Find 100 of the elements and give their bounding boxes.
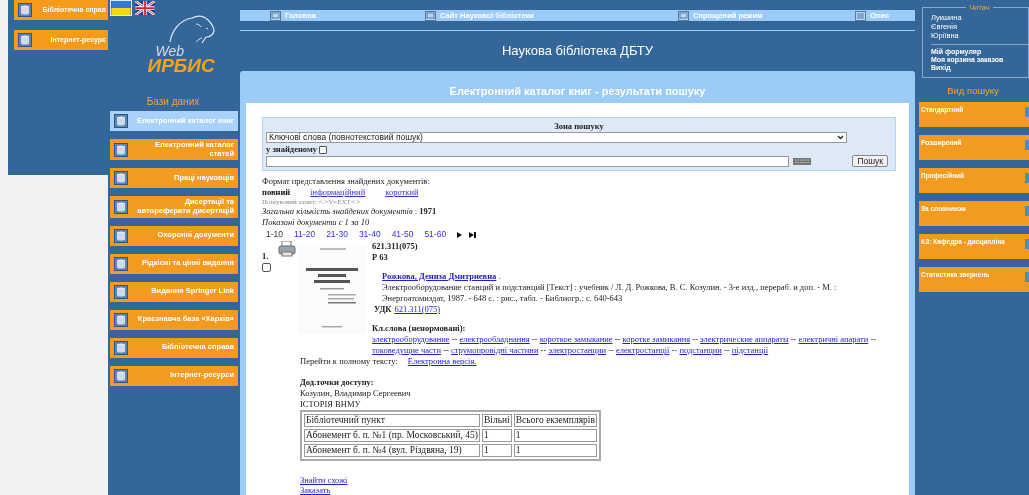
keyword-separator: -- bbox=[613, 334, 622, 344]
format-label: Формат представлення знайдених документів: bbox=[262, 176, 431, 187]
page-link[interactable]: 11-20 bbox=[294, 229, 316, 240]
next-page-icon[interactable] bbox=[457, 231, 463, 238]
table-cell: 1 bbox=[513, 429, 597, 442]
search-mode-select[interactable]: Ключові слова (повнотекстовий пошук) bbox=[266, 132, 847, 143]
keywords-label: Кл.слова (ненормовані): bbox=[372, 323, 467, 334]
search-input[interactable] bbox=[266, 155, 789, 167]
british-flag-icon[interactable] bbox=[134, 0, 156, 16]
search-type-icon bbox=[1025, 172, 1029, 183]
search-type-icon bbox=[1025, 106, 1029, 117]
keyword-separator: -- bbox=[670, 345, 679, 355]
keyword-link[interactable]: електрообладнання bbox=[459, 334, 530, 344]
record-description: Электрооборудование станций и подстанций [Текст] : учебник / Л. Д. Рожкова, В. С. Козулин. - 3-е изд., перераб. и доп. - М. : Энергоатомиздат, 1987. - 648 с. : рис., табл. - Библиогр.: с. 640-643 bbox=[381, 282, 838, 304]
fulltext-link[interactable]: Електронна версія. bbox=[407, 356, 477, 367]
last-page-icon[interactable] bbox=[469, 231, 477, 238]
udc-label: УДК bbox=[374, 304, 392, 315]
monitor-icon bbox=[678, 10, 689, 21]
database-icon bbox=[18, 33, 32, 47]
monitor-icon bbox=[270, 10, 281, 21]
author-end: . bbox=[498, 271, 501, 282]
keyword-separator: -- bbox=[530, 334, 539, 344]
chevron-down-icon bbox=[837, 135, 844, 140]
keyword-link[interactable]: электростанции bbox=[548, 345, 606, 355]
keyword-link[interactable]: электрические аппараты bbox=[700, 334, 789, 344]
ukrainian-flag-icon[interactable] bbox=[110, 0, 132, 16]
database-icon bbox=[114, 368, 128, 383]
table-header: Вільні bbox=[481, 414, 512, 427]
table-cell: 1 bbox=[513, 444, 597, 457]
keyword-link[interactable]: електростанції bbox=[615, 345, 670, 355]
shown-range: Показані документи с 1 за 10 bbox=[262, 217, 371, 228]
keyword-link[interactable]: підстанції bbox=[731, 345, 769, 355]
site-title: Наукова бібліотека ДБТУ bbox=[500, 42, 655, 61]
database-icon bbox=[114, 114, 128, 128]
database-icon bbox=[114, 312, 128, 327]
keyword-link[interactable]: электрооборудование bbox=[372, 334, 450, 344]
total-count: Загальна кількість знайдених документів : 1971 bbox=[262, 206, 438, 217]
databases-title: Бази даних bbox=[145, 95, 201, 109]
page-link[interactable]: 21-30 bbox=[326, 229, 348, 240]
keyword-link[interactable]: подстанции bbox=[679, 345, 722, 355]
search-type-icon bbox=[1025, 139, 1029, 150]
keyword-separator: -- bbox=[869, 334, 877, 344]
list-icon bbox=[855, 10, 866, 21]
access-entry: Козулин, Владимир Сергеевич bbox=[300, 388, 412, 399]
record-link[interactable]: Заказать bbox=[300, 485, 899, 495]
keyword-link[interactable]: токоведущие части bbox=[372, 345, 442, 355]
keyword-separator: -- bbox=[789, 334, 798, 344]
search-type-icon bbox=[1025, 238, 1029, 249]
page-link[interactable]: 41-50 bbox=[391, 229, 414, 240]
table-header: Бібліотечний пункт bbox=[304, 414, 480, 427]
search-types-title: Вид пошуку bbox=[946, 84, 1000, 99]
record-number: 1. bbox=[262, 251, 269, 262]
keyword-separator: -- bbox=[607, 345, 615, 355]
database-icon bbox=[114, 142, 128, 157]
access-label: Дод.точки доступу: bbox=[300, 377, 375, 388]
keyword-separator: -- bbox=[691, 334, 699, 344]
monitor-icon bbox=[425, 10, 436, 21]
in-found-label: у знайденому bbox=[266, 144, 317, 155]
search-button[interactable]: Пошук bbox=[852, 155, 888, 167]
table-cell: 1 bbox=[481, 429, 512, 442]
keyword-link[interactable]: короткое замыкание bbox=[539, 334, 613, 344]
table-cell: Абонемент б. п. №1 (пр. Московський, 45) bbox=[304, 429, 480, 442]
format-option[interactable]: повний bbox=[262, 187, 291, 198]
author-mark: Р 63 bbox=[372, 252, 389, 263]
search-type-icon bbox=[1025, 205, 1029, 216]
format-option[interactable]: інформаційний bbox=[310, 187, 366, 198]
database-icon bbox=[18, 3, 32, 17]
page-link[interactable]: 31-40 bbox=[358, 229, 381, 240]
printer-icon[interactable] bbox=[278, 241, 296, 257]
panel-title: Електронний каталог книг - результати пошуку bbox=[448, 83, 707, 99]
record-link[interactable]: Знайти схожі bbox=[300, 475, 899, 485]
keyword-link[interactable]: електричні апарати bbox=[798, 334, 869, 344]
logo-irbis-text: ИРБИС bbox=[147, 56, 215, 75]
table-header: Всього екземплярів bbox=[513, 414, 597, 427]
keyword-link[interactable]: струмопровідні частини bbox=[451, 345, 539, 355]
database-icon bbox=[114, 256, 128, 271]
page-link[interactable]: 1-10 bbox=[266, 229, 283, 240]
table-cell: Абонемент б. п. №4 (вул. Різдвяна, 19) bbox=[304, 444, 480, 457]
format-option[interactable]: короткий bbox=[385, 187, 419, 198]
in-found-checkbox[interactable] bbox=[318, 145, 327, 154]
keyword-separator: -- bbox=[722, 345, 731, 355]
database-icon bbox=[114, 284, 128, 299]
search-type-icon bbox=[1025, 271, 1029, 282]
keyword-separator: -- bbox=[539, 345, 548, 355]
page-link[interactable]: 51-60 bbox=[424, 229, 447, 240]
fulltext-label: Перейти к полному тексту: bbox=[300, 356, 398, 367]
keyword-separator: -- bbox=[442, 345, 450, 355]
access-entry: ІСТОРІЯ ВНМУ bbox=[300, 399, 362, 410]
keyboard-icon[interactable] bbox=[793, 157, 811, 165]
database-icon bbox=[114, 228, 128, 243]
logo-web-text: Web bbox=[155, 44, 185, 58]
search-zone-title: Зона пошуку bbox=[553, 121, 605, 132]
database-icon bbox=[114, 340, 128, 355]
udc-link[interactable]: 621.311(075) bbox=[394, 304, 441, 315]
class-code: 621.311(075) bbox=[372, 241, 419, 252]
table-cell: 1 bbox=[481, 444, 512, 457]
record-checkbox[interactable] bbox=[262, 263, 271, 272]
keyword-link[interactable]: коротке замикання bbox=[622, 334, 691, 344]
author-link[interactable]: Рожкова, Дениза Дмитриевна bbox=[382, 271, 497, 282]
database-icon bbox=[114, 199, 128, 214]
